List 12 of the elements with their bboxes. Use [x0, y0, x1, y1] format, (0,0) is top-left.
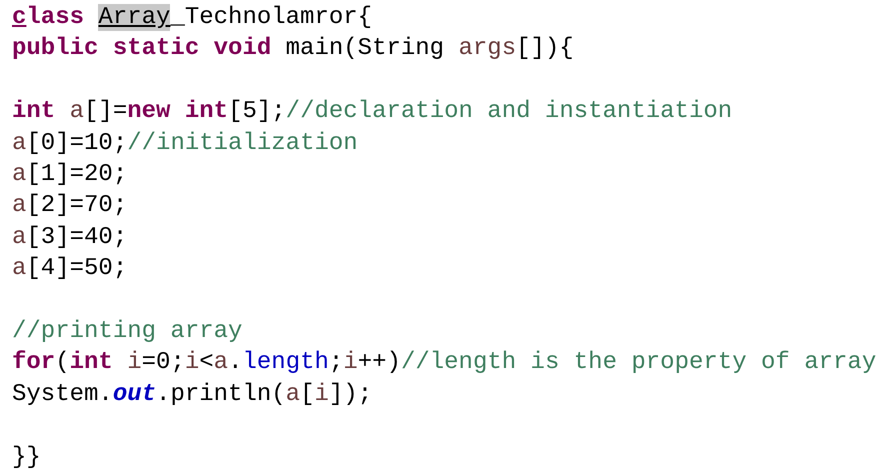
code-line: class Array_Technolamror{	[12, 3, 372, 33]
code-line: a[1]=20;	[12, 160, 128, 190]
code-line: a[2]=70;	[12, 191, 128, 222]
code-line: }}	[12, 442, 41, 470]
code-line: int a[]=new int[5];//declaration and instantiation	[12, 97, 732, 128]
code-line: a[3]=40;	[12, 222, 128, 253]
code-line: public static void main(String args[]){	[12, 34, 574, 64]
code-line: a[0]=10;//initialization	[12, 128, 358, 159]
code-line: //printing array	[12, 317, 242, 348]
code-line: System.out.println(a[i]);	[12, 380, 372, 410]
code-line: a[4]=50;	[12, 254, 128, 284]
code-line: for(int i=0;i<a.length;i++)//length is the property of array	[12, 348, 876, 378]
